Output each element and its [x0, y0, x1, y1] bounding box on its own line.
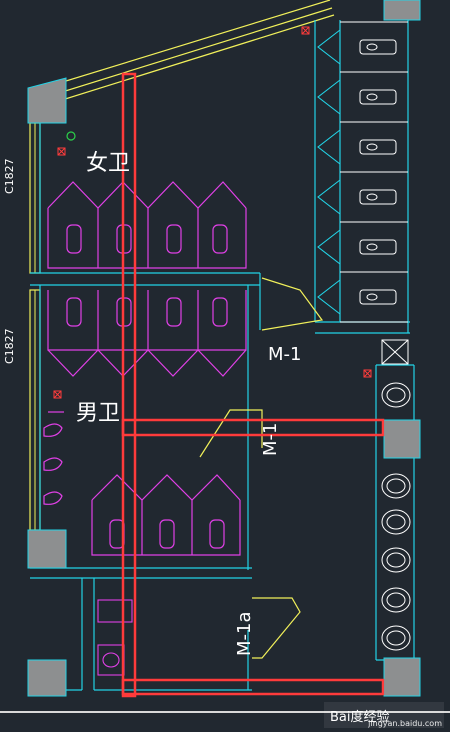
womens-restroom-label: 女卫: [86, 151, 130, 176]
window-label-c1827-top: C1827: [3, 158, 16, 194]
cad-canvas[interactable]: C1827 C1827 女卫 男卫 M-1 M-1 M-1a Bai度经验 ji…: [0, 0, 450, 732]
shaft-box: [381, 339, 409, 365]
mens-restroom-label: 男卫: [76, 401, 120, 426]
urinals: [43, 411, 64, 505]
window-strip-top: [29, 122, 41, 274]
mens-stalls: [91, 474, 241, 556]
right-stall-doors: [317, 29, 341, 315]
green-marker: [66, 131, 76, 141]
red-highlight: [121, 72, 385, 698]
window-strip-bottom: [29, 289, 41, 531]
stall-partitions-right: [340, 21, 408, 323]
womens-stalls-upper: [47, 181, 247, 269]
window-label-c1827-bottom: C1827: [3, 328, 16, 364]
watermark-url: jingyan.baidu.com: [368, 719, 442, 728]
columns: [27, 0, 421, 697]
door-label-m1a: M-1a: [234, 611, 255, 656]
door-label-m1: M-1: [268, 344, 301, 365]
utility-fixtures: [97, 599, 133, 676]
door-swings: [199, 277, 324, 659]
door-label-m1-vertical: M-1: [260, 423, 281, 456]
floorplan-drawing[interactable]: C1827 C1827 女卫 男卫 M-1 M-1 M-1a: [0, 0, 450, 732]
watermark: Bai度经验 jingyan.baidu.com: [324, 702, 444, 728]
walls-cyan: [30, 20, 415, 691]
diagonal-wall: [29, 0, 335, 111]
womens-stalls-lower: [47, 290, 247, 377]
drain-markers: [53, 26, 372, 399]
